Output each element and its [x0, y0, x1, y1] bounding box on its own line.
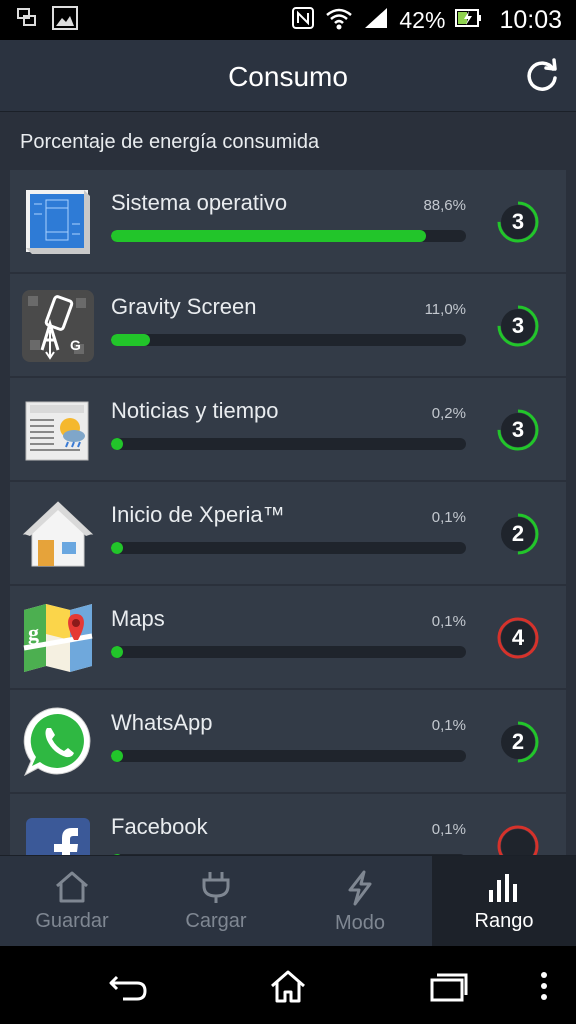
list-item[interactable]: Noticias y tiempo 0,2% 3: [10, 378, 566, 482]
usage-bar-fill: [111, 542, 123, 554]
list-item[interactable]: Sistema operativo 88,6% 3: [10, 170, 566, 274]
image-icon: [52, 5, 78, 35]
tab-guardar[interactable]: Guardar: [0, 856, 144, 946]
refresh-icon: [527, 58, 557, 91]
back-icon: [109, 975, 147, 1001]
house-icon: [56, 871, 88, 903]
usage-bar-fill: [111, 334, 151, 346]
app-usage-list: Sistema operativo 88,6% 3 G Gravity Scre…: [10, 170, 566, 855]
tab-label: Modo: [334, 912, 386, 934]
rank-badge: 3: [496, 304, 540, 348]
refresh-button[interactable]: [522, 56, 562, 96]
bolt-icon: [348, 870, 372, 906]
back-button[interactable]: [106, 966, 150, 1006]
rank-value: 2: [511, 521, 525, 546]
app-name: Inicio de Xperia™: [111, 502, 285, 527]
maps-icon: g: [20, 600, 96, 676]
list-item[interactable]: G Gravity Screen 11,0% 3: [10, 274, 566, 378]
newspaper-icon: [20, 392, 96, 468]
nfc-icon: [291, 6, 315, 35]
screenshot-icon: [16, 7, 38, 34]
usage-percent: 0,1%: [431, 509, 466, 526]
section-title: Porcentaje de energía consumida: [20, 131, 320, 153]
usage-bar-fill: [111, 438, 123, 450]
rank-value: 2: [511, 729, 525, 754]
tab-cargar[interactable]: Cargar: [144, 856, 288, 946]
page-title: Consumo: [228, 61, 348, 92]
rank-value: 3: [511, 417, 525, 442]
tab-rango[interactable]: Rango: [432, 856, 576, 946]
home-house-icon: [20, 496, 96, 572]
usage-bar: [111, 750, 466, 762]
usage-percent: 0,2%: [431, 405, 466, 422]
usage-bar: [111, 334, 466, 346]
tab-label: Rango: [474, 910, 534, 932]
app-name: Noticias y tiempo: [111, 398, 279, 423]
rank-value: [496, 824, 540, 855]
whatsapp-icon: [20, 704, 96, 780]
facebook-icon: [20, 808, 96, 855]
battery-charging-icon: [455, 7, 483, 34]
usage-bar-fill: [111, 230, 426, 242]
overflow-menu-button[interactable]: [522, 966, 566, 1006]
rank-badge: 3: [496, 408, 540, 452]
battery-percent: 42%: [399, 6, 446, 33]
plug-icon: [202, 872, 230, 903]
rank-badge: 4: [496, 616, 540, 660]
bar-chart-icon: [489, 874, 517, 902]
tab-modo[interactable]: Modo: [288, 856, 432, 946]
tab-label: Cargar: [185, 910, 247, 932]
signal-icon: [363, 6, 389, 35]
rank-value: 3: [511, 313, 525, 338]
app-name: WhatsApp: [111, 710, 213, 735]
clock: 10:03: [499, 5, 562, 34]
app-name: Maps: [111, 606, 165, 631]
app-name: Sistema operativo: [111, 190, 288, 215]
usage-bar: [111, 646, 466, 658]
svg-text:G: G: [70, 337, 81, 353]
recents-button[interactable]: [426, 966, 470, 1006]
usage-bar: [111, 542, 466, 554]
app-name: Gravity Screen: [111, 294, 257, 319]
home-button[interactable]: [266, 966, 310, 1006]
rank-badge: 3: [496, 200, 540, 244]
svg-text:g: g: [28, 620, 39, 645]
app-bar: Consumo: [0, 40, 576, 112]
wifi-icon: [325, 6, 353, 35]
home-icon: [271, 970, 305, 1003]
status-bar: 42% 10:03: [0, 0, 576, 40]
consumption-panel: Porcentaje de energía consumida Sistema: [0, 112, 576, 855]
list-item[interactable]: g Maps 0,1% 4: [10, 586, 566, 690]
list-item[interactable]: WhatsApp 0,1% 2: [10, 690, 566, 794]
usage-bar-fill: [111, 646, 123, 658]
usage-percent: 0,1%: [431, 613, 466, 630]
rank-value: 3: [511, 209, 525, 234]
overflow-menu-icon: [541, 972, 547, 1000]
usage-bar: [111, 230, 466, 242]
bottom-tab-bar: Guardar Cargar Modo Rango: [0, 855, 576, 946]
system-nav-bar: [0, 946, 576, 1024]
list-item[interactable]: Inicio de Xperia™ 0,1% 2: [10, 482, 566, 586]
rank-badge: [496, 824, 540, 855]
usage-percent: 11,0%: [424, 301, 466, 318]
app-name: Facebook: [111, 814, 208, 839]
system-blueprint-icon: [20, 184, 96, 260]
list-item[interactable]: Facebook 0,1%: [10, 794, 566, 855]
rank-badge: 2: [496, 720, 540, 764]
usage-percent: 0,1%: [431, 717, 466, 734]
recents-icon: [430, 973, 468, 1002]
tab-label: Guardar: [35, 910, 109, 932]
usage-bar-fill: [111, 750, 123, 762]
usage-percent: 88,6%: [423, 197, 466, 214]
rank-badge: 2: [496, 512, 540, 556]
usage-percent: 0,1%: [431, 821, 466, 838]
rank-value: 4: [511, 625, 525, 650]
usage-bar: [111, 438, 466, 450]
gravity-screen-icon: G: [20, 288, 96, 364]
